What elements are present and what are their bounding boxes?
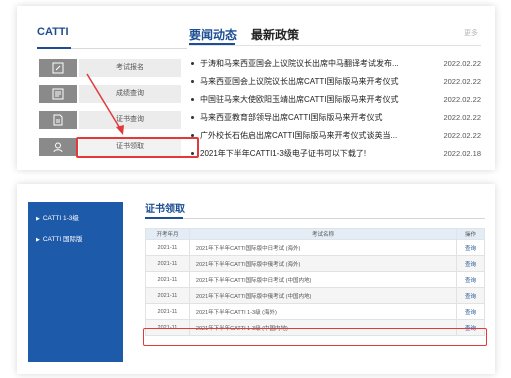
more-link[interactable]: 更多 [464, 28, 478, 38]
exam-name: 2021年下半年CATTI国际版中俄考试 (海外) [188, 255, 458, 272]
table-row: 2021-11 2021年下半年CATTI国际版中日考试 (中国内地) 查询 [145, 271, 485, 288]
query-link[interactable]: 查询 [456, 287, 485, 304]
exam-date: 2021-11 [145, 303, 190, 320]
news-item[interactable]: 2021年下半年CATTI1-3级电子证书可以下载了! 2022.02.18 [191, 148, 481, 162]
news-date: 2022.02.22 [443, 131, 481, 140]
news-date: 2022.02.22 [443, 113, 481, 122]
news-title[interactable]: 马来西亚国会上议院议长出席CATTI国际版马来开考仪式 [200, 76, 422, 88]
news-item[interactable]: 马来西亚教育部领导出席CATTI国际版马来开考仪式 2022.02.22 [191, 112, 481, 126]
exam-name: 2021年下半年CATTI国际版中日考试 (中国内地) [188, 271, 458, 288]
exam-sidebar: ▶ CATTI 1-3级 ▶ CATTI 国际版 [28, 202, 123, 362]
news-item[interactable]: 马来西亚国会上议院议长出席CATTI国际版马来开考仪式 2022.02.22 [191, 76, 481, 90]
section-title: 证书领取 [145, 204, 185, 215]
news-title[interactable]: 2021年下半年CATTI1-3级电子证书可以下载了! [200, 148, 422, 160]
tab-policy[interactable]: 最新政策 [251, 26, 299, 43]
certificate-card: ▶ CATTI 1-3级 ▶ CATTI 国际版 证书领取 开考年月 考试名称 操作… [17, 184, 495, 374]
news-date: 2022.02.18 [443, 149, 481, 158]
sidebar-item-label: CATTI 国际版 [42, 236, 83, 243]
divider [189, 45, 481, 46]
query-link[interactable]: 查询 [456, 271, 485, 288]
section-title-underline [145, 217, 485, 219]
table-row: 2021-11 2021年下半年CATTI国际版中俄考试 (中国内地) 查询 [145, 287, 485, 304]
exam-name: 2021年下半年CATTI国际版中俄考试 (中国内地) [188, 287, 458, 304]
highlight-box [143, 328, 487, 346]
exam-name: 2021年下半年CATTI国际版中日考试 (海外) [188, 239, 458, 256]
query-link[interactable]: 查询 [456, 239, 485, 256]
news-item[interactable]: 广外校长石佑启出席CATTI国际版马来开考仪式谈英当... 2022.02.22 [191, 130, 481, 144]
sidebar-item-catti-international[interactable]: ▶ CATTI 国际版 [36, 235, 82, 245]
news-date: 2022.02.22 [443, 95, 481, 104]
news-item[interactable]: 中国驻马来大使欧阳玉靖出席CATTI国际版马来开考仪式 2022.02.22 [191, 94, 481, 108]
arrow-right-icon: ▶ [36, 237, 40, 243]
table-header: 开考年月 考试名称 操作 [145, 228, 485, 240]
query-link[interactable]: 查询 [456, 303, 485, 320]
news-title[interactable]: 马来西亚教育部领导出席CATTI国际版马来开考仪式 [200, 112, 422, 124]
tab-news[interactable]: 要闻动态 [189, 26, 237, 43]
column-header: 开考年月 [145, 228, 190, 240]
news-card: CATTI 考试报名 成绩查询 证书查询 证书领取 要闻动态 最新政策 更多 于… [17, 6, 495, 170]
bullet-icon [191, 98, 194, 101]
sidebar-item-label: CATTI 1-3级 [42, 215, 79, 222]
arrow-right-icon: ▶ [36, 216, 40, 222]
table-row: 2021-11 2021年下半年CATTI国际版中俄考试 (海外) 查询 [145, 255, 485, 272]
exam-date: 2021-11 [145, 271, 190, 288]
news-title[interactable]: 中国驻马来大使欧阳玉靖出席CATTI国际版马来开考仪式 [200, 94, 422, 106]
table-row: 2021-11 2021年下半年CATTI 1-3级 (海外) 查询 [145, 303, 485, 320]
exam-name: 2021年下半年CATTI 1-3级 (海外) [188, 303, 458, 320]
news-date: 2022.02.22 [443, 59, 481, 68]
news-date: 2022.02.22 [443, 77, 481, 86]
exam-date: 2021-11 [145, 287, 190, 304]
news-item[interactable]: 于涛和马来西亚国会上议院议长出席中马翻译考试发布... 2022.02.22 [191, 58, 481, 72]
column-header: 操作 [456, 228, 485, 240]
bullet-icon [191, 152, 194, 155]
bullet-icon [191, 134, 194, 137]
bullet-icon [191, 62, 194, 65]
table-row: 2021-11 2021年下半年CATTI国际版中日考试 (海外) 查询 [145, 239, 485, 256]
bullet-icon [191, 116, 194, 119]
column-header: 考试名称 [188, 228, 458, 240]
query-link[interactable]: 查询 [456, 255, 485, 272]
sidebar-item-catti-levels[interactable]: ▶ CATTI 1-3级 [36, 214, 79, 224]
news-title[interactable]: 于涛和马来西亚国会上议院议长出席中马翻译考试发布... [200, 58, 422, 70]
exam-date: 2021-11 [145, 239, 190, 256]
exam-date: 2021-11 [145, 255, 190, 272]
bullet-icon [191, 80, 194, 83]
certificate-table: 开考年月 考试名称 操作 2021-11 2021年下半年CATTI国际版中日考… [145, 228, 485, 336]
news-title[interactable]: 广外校长石佑启出席CATTI国际版马来开考仪式谈英当... [200, 130, 422, 142]
